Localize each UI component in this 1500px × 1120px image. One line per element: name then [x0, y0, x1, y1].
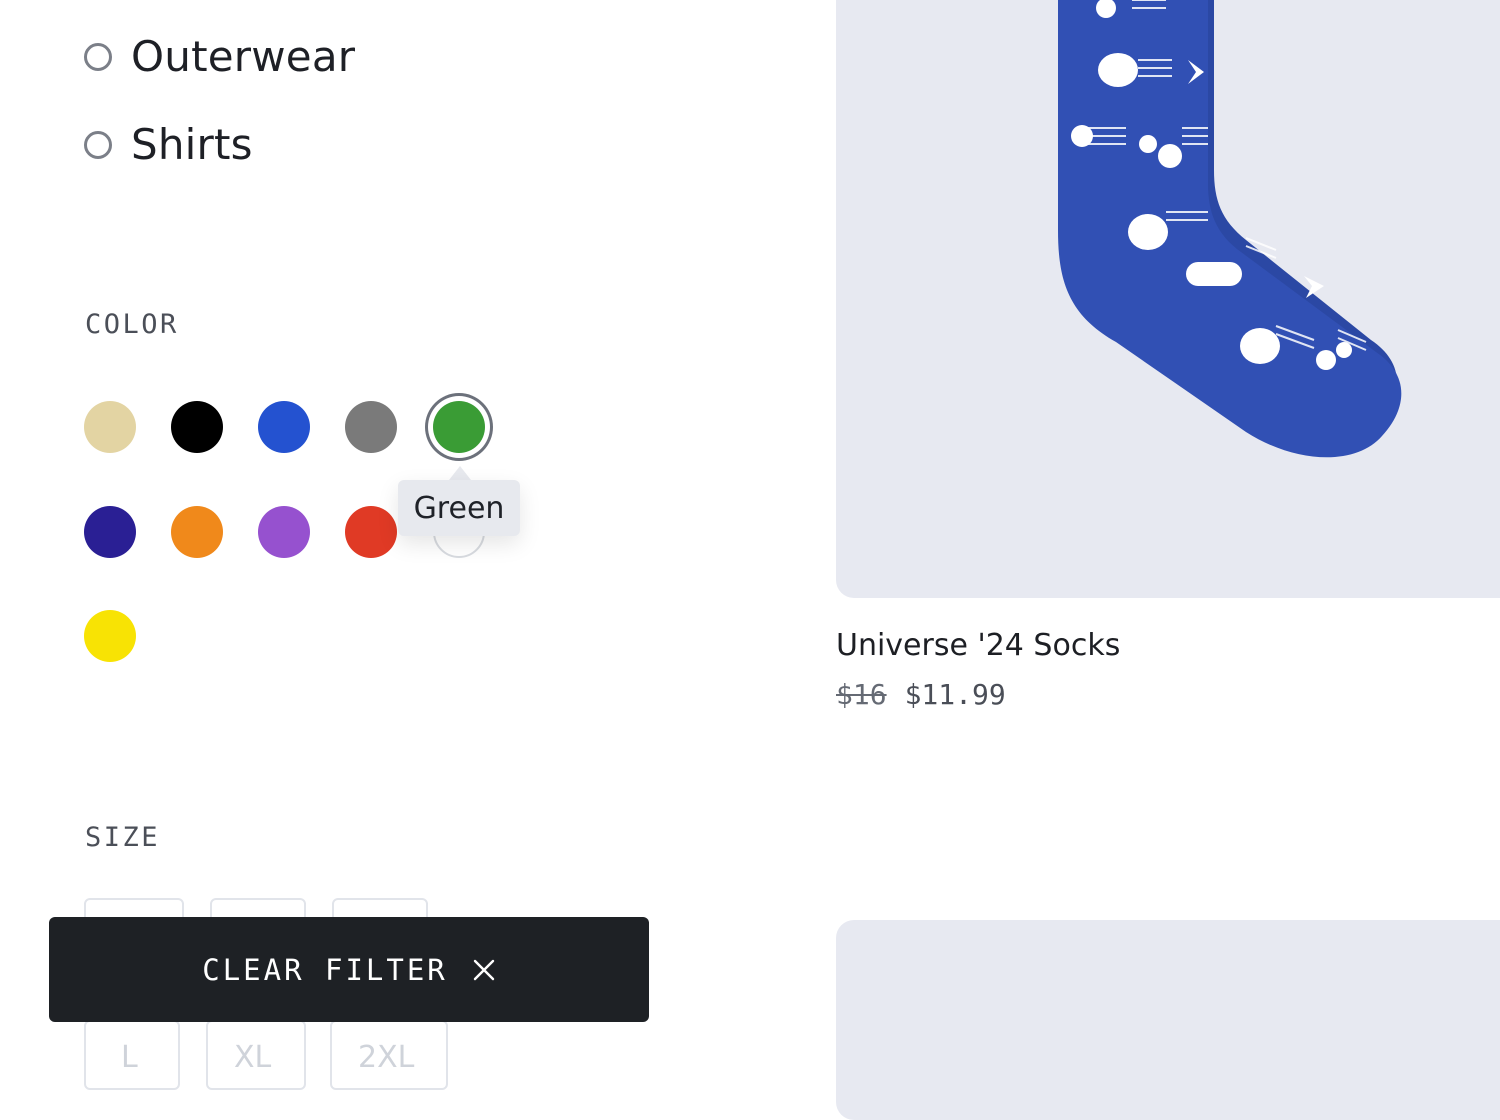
- color-swatch-orange[interactable]: [171, 506, 223, 558]
- color-swatch-red[interactable]: [345, 506, 397, 558]
- sale-price: $11.99: [904, 678, 1006, 711]
- color-swatch-beige[interactable]: [84, 401, 136, 453]
- size-label-l: L: [121, 1040, 138, 1075]
- color-swatch-blue[interactable]: [258, 401, 310, 453]
- clear-filter-button[interactable]: CLEAR FILTER: [49, 917, 649, 1022]
- color-swatch-indigo[interactable]: [84, 506, 136, 558]
- product-name[interactable]: Universe '24 Socks: [836, 628, 1120, 663]
- category-label: Shirts: [131, 120, 253, 169]
- radio-button[interactable]: [84, 43, 112, 71]
- color-swatch-purple[interactable]: [258, 506, 310, 558]
- size-label-2xl: 2XL: [358, 1040, 415, 1075]
- category-option-outerwear[interactable]: Outerwear: [84, 34, 355, 80]
- size-filter-heading: SIZE: [85, 822, 161, 853]
- color-filter-heading: COLOR: [85, 309, 179, 340]
- category-option-shirts[interactable]: Shirts: [84, 122, 253, 168]
- tooltip-arrow: [449, 466, 471, 480]
- clear-filter-label: CLEAR FILTER: [202, 952, 448, 987]
- category-label: Outerwear: [131, 32, 356, 81]
- color-swatch-yellow[interactable]: [84, 610, 136, 662]
- color-swatch-green[interactable]: [433, 401, 485, 453]
- close-icon: [472, 958, 496, 982]
- sock-image: [1058, 0, 1402, 458]
- color-swatch-black[interactable]: [171, 401, 223, 453]
- original-price: $16: [836, 678, 887, 711]
- product-image-next[interactable]: [836, 920, 1500, 1120]
- color-swatch-gray[interactable]: [345, 401, 397, 453]
- radio-button[interactable]: [84, 131, 112, 159]
- size-label-xl: XL: [234, 1040, 272, 1075]
- sock-illustration: [1058, 0, 1402, 458]
- color-tooltip: Green: [398, 480, 520, 536]
- price-row: $16 $11.99: [836, 678, 1006, 711]
- product-image[interactable]: [836, 0, 1500, 598]
